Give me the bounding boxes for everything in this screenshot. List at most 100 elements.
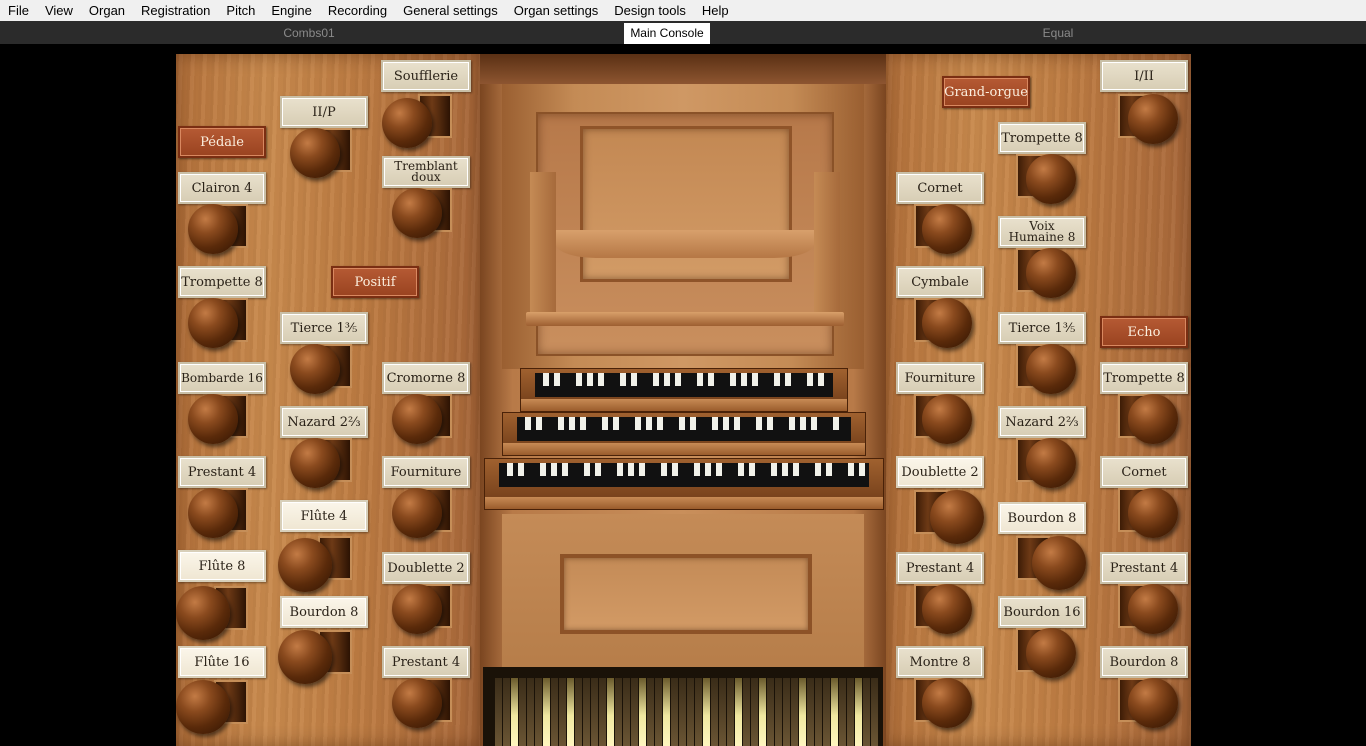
pedal-key[interactable]	[567, 678, 574, 746]
manual-key[interactable]	[767, 417, 773, 430]
manual-key[interactable]	[730, 373, 736, 386]
pedal-key[interactable]	[591, 678, 598, 746]
stop-knob-cromorne[interactable]	[392, 394, 442, 444]
manual-key[interactable]	[551, 463, 557, 476]
pedal-key[interactable]	[791, 678, 798, 746]
pedal-key[interactable]	[783, 678, 790, 746]
stop-knob-doublette-go[interactable]	[930, 490, 984, 544]
pedal-key[interactable]	[663, 678, 670, 746]
manual-key[interactable]	[826, 463, 832, 476]
pedal-key[interactable]	[511, 678, 518, 746]
manual-key[interactable]	[602, 417, 608, 430]
pedal-key[interactable]	[655, 678, 662, 746]
stop-knob-flute-4[interactable]	[278, 538, 332, 592]
manual-i[interactable]	[484, 458, 884, 510]
stop-knob-bourdon-8-echo[interactable]	[1128, 678, 1178, 728]
manual-key[interactable]	[789, 417, 795, 430]
stop-knob-cornet-go[interactable]	[922, 204, 972, 254]
manual-key[interactable]	[635, 417, 641, 430]
stop-knob-bourdon-16[interactable]	[1026, 628, 1076, 678]
pedal-key[interactable]	[575, 678, 582, 746]
stop-knob-trompette-go[interactable]	[1026, 154, 1076, 204]
stop-knob-nazard-positif[interactable]	[290, 438, 340, 488]
menu-engine[interactable]: Engine	[263, 0, 319, 21]
stop-knob-trompette-echo[interactable]	[1128, 394, 1178, 444]
manual-key[interactable]	[543, 373, 549, 386]
stop-knob-soufflerie[interactable]	[382, 98, 432, 148]
manual-key[interactable]	[518, 463, 524, 476]
manual-key[interactable]	[525, 417, 531, 430]
manual-key[interactable]	[598, 373, 604, 386]
manual-key[interactable]	[752, 373, 758, 386]
manual-key[interactable]	[617, 463, 623, 476]
manual-key[interactable]	[756, 417, 762, 430]
manual-key[interactable]	[631, 373, 637, 386]
stop-knob-bombarde[interactable]	[188, 394, 238, 444]
manual-key[interactable]	[562, 463, 568, 476]
menu-organ-settings[interactable]: Organ settings	[506, 0, 607, 21]
manual-key[interactable]	[708, 373, 714, 386]
stop-knob-prestant-pedale[interactable]	[188, 488, 238, 538]
pedal-key[interactable]	[551, 678, 558, 746]
manual-key[interactable]	[859, 463, 865, 476]
manual-key[interactable]	[815, 463, 821, 476]
manual-key[interactable]	[785, 373, 791, 386]
pedal-key[interactable]	[543, 678, 550, 746]
pedal-key[interactable]	[743, 678, 750, 746]
manual-key[interactable]	[595, 463, 601, 476]
manual-key[interactable]	[782, 463, 788, 476]
pedal-key[interactable]	[695, 678, 702, 746]
menu-pitch[interactable]: Pitch	[218, 0, 263, 21]
manual-key[interactable]	[793, 463, 799, 476]
manual-key[interactable]	[705, 463, 711, 476]
manual-key[interactable]	[712, 417, 718, 430]
stop-knob-tierce-positif[interactable]	[290, 344, 340, 394]
pedal-key[interactable]	[527, 678, 534, 746]
tab-main-console[interactable]: Main Console	[624, 23, 710, 44]
pedal-key[interactable]	[711, 678, 718, 746]
manual-key[interactable]	[613, 417, 619, 430]
manual-key[interactable]	[587, 373, 593, 386]
manual-key[interactable]	[672, 463, 678, 476]
menu-file[interactable]: File	[0, 0, 37, 21]
pedal-key[interactable]	[815, 678, 822, 746]
stop-knob-flute-16[interactable]	[176, 680, 230, 734]
pedal-key[interactable]	[839, 678, 846, 746]
manual-key[interactable]	[694, 463, 700, 476]
pedal-key[interactable]	[831, 678, 838, 746]
manual-key[interactable]	[569, 417, 575, 430]
stop-knob-bourdon-8-go[interactable]	[1032, 536, 1086, 590]
pedal-key[interactable]	[679, 678, 686, 746]
pedal-key[interactable]	[599, 678, 606, 746]
menu-view[interactable]: View	[37, 0, 81, 21]
manual-key[interactable]	[580, 417, 586, 430]
stop-knob-voix-humaine[interactable]	[1026, 248, 1076, 298]
stop-knob-tremblant[interactable]	[392, 188, 442, 238]
pedal-key[interactable]	[535, 678, 542, 746]
stop-knob-ii-p[interactable]	[290, 128, 340, 178]
manual-key[interactable]	[738, 463, 744, 476]
pedal-key[interactable]	[503, 678, 510, 746]
pedal-key[interactable]	[519, 678, 526, 746]
stop-knob-fourniture-go[interactable]	[922, 394, 972, 444]
manual-key[interactable]	[536, 417, 542, 430]
stop-knob-cymbale[interactable]	[922, 298, 972, 348]
pedal-key[interactable]	[495, 678, 502, 746]
manual-key[interactable]	[697, 373, 703, 386]
manual-key[interactable]	[723, 417, 729, 430]
manual-key[interactable]	[848, 463, 854, 476]
pedal-key[interactable]	[863, 678, 870, 746]
manual-key[interactable]	[646, 417, 652, 430]
pedal-key[interactable]	[559, 678, 566, 746]
manual-key[interactable]	[657, 417, 663, 430]
manual-key[interactable]	[664, 373, 670, 386]
pedal-key[interactable]	[671, 678, 678, 746]
pedal-key[interactable]	[623, 678, 630, 746]
keyboard-keys[interactable]	[535, 373, 833, 397]
menu-registration[interactable]: Registration	[133, 0, 218, 21]
manual-key[interactable]	[653, 373, 659, 386]
manual-key[interactable]	[507, 463, 513, 476]
stop-knob-fourniture-positif[interactable]	[392, 488, 442, 538]
stop-knob-trompette-pedale[interactable]	[188, 298, 238, 348]
manual-key[interactable]	[540, 463, 546, 476]
